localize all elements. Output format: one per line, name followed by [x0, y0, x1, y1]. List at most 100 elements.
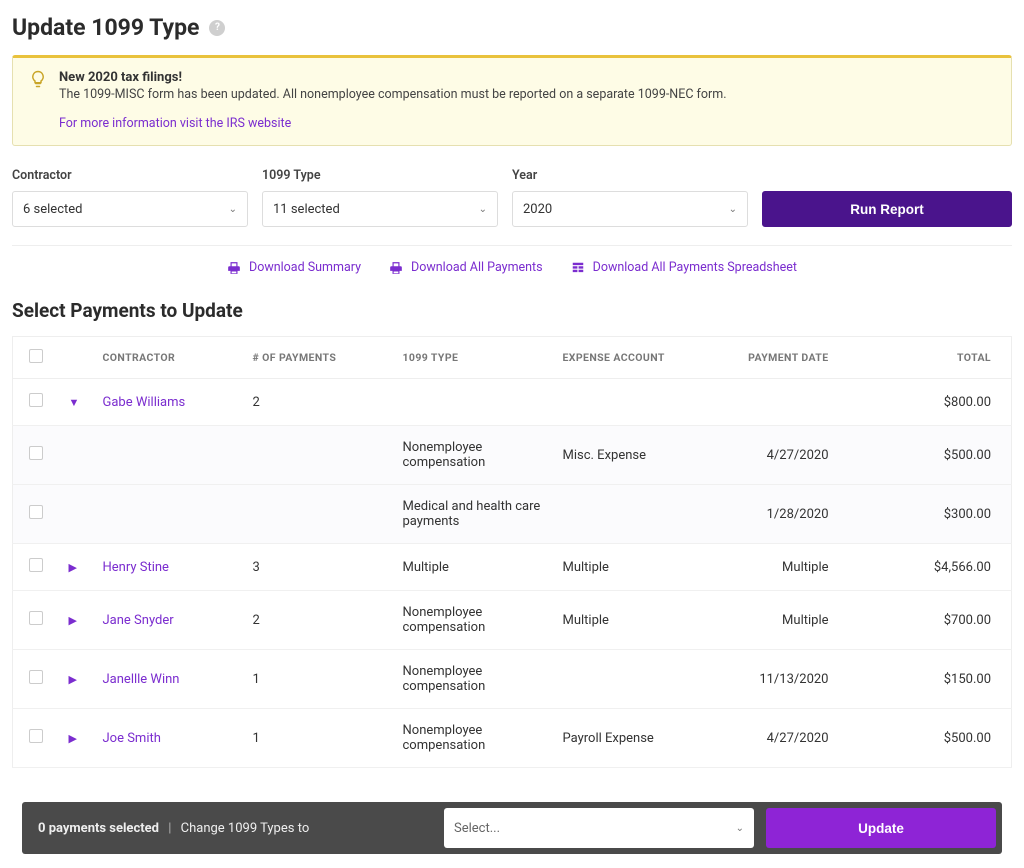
table-row: ▶Henry Stine3MultipleMultipleMultiple$4,… — [13, 544, 1012, 591]
table-row: Nonemployee compensationMisc. Expense4/2… — [13, 426, 1012, 485]
cell-total: $700.00 — [853, 591, 1012, 650]
contractor-link[interactable]: Gabe Williams — [103, 395, 186, 410]
type1099-select[interactable]: 11 selected ⌄ — [262, 191, 498, 227]
contractor-link[interactable]: Henry Stine — [103, 560, 169, 575]
cell-payment-date: Multiple — [723, 591, 853, 650]
cell-total: $150.00 — [853, 650, 1012, 709]
cell-1099-type: Multiple — [393, 544, 553, 591]
cell-expense-account: Multiple — [553, 544, 723, 591]
cell-total: $300.00 — [853, 485, 1012, 544]
table-row: ▶ Joe Smith 1Nonemployee compensationPayro… — [13, 709, 1012, 768]
type1099-select-value: 11 selected — [273, 202, 340, 217]
contractor-link[interactable]: Janellle Winn — [103, 672, 180, 687]
cell-1099-type — [393, 379, 553, 426]
cell-1099-type: Nonemployee compensation — [393, 650, 553, 709]
alert-body: The 1099-MISC form has been updated. All… — [59, 87, 997, 102]
expand-toggle-icon[interactable]: ▶ — [69, 732, 77, 745]
expand-toggle-icon[interactable]: ▶ — [69, 561, 77, 574]
cell-total: $4,566.00 — [853, 544, 1012, 591]
cell-expense-account — [553, 485, 723, 544]
contractor-select-value: 6 selected — [23, 202, 82, 217]
footer-count: 0 payments selected — [38, 821, 159, 836]
cell-num-payments: 2 — [243, 379, 393, 426]
table-row: ▶ Jane Snyder 2Nonemployee compensation Mul… — [13, 591, 1012, 650]
cell-num-payments — [243, 485, 393, 544]
col-total: Total — [853, 337, 1012, 379]
chevron-down-icon: ⌄ — [729, 204, 737, 215]
cell-expense-account: Payroll Expense — [553, 709, 723, 768]
row-checkbox[interactable] — [29, 670, 43, 684]
cell-payment-date: Multiple — [723, 544, 853, 591]
alert-title: New 2020 tax filings! — [59, 70, 997, 85]
payments-table: Contractor # of Payments 1099 Type Expen… — [12, 336, 1012, 768]
cell-1099-type: Nonemployee compensation — [393, 591, 553, 650]
cell-total: $800.00 — [853, 379, 1012, 426]
chevron-down-icon: ⌄ — [736, 823, 744, 834]
type1099-filter-label: 1099 Type — [262, 168, 498, 183]
help-icon[interactable]: ? — [209, 20, 225, 36]
cell-expense-account — [553, 379, 723, 426]
chevron-down-icon: ⌄ — [229, 204, 237, 215]
col-num-payments: # of Payments — [243, 337, 393, 379]
col-expense-account: Expense Account — [553, 337, 723, 379]
select-all-checkbox[interactable] — [29, 349, 43, 363]
contractor-select[interactable]: 6 selected ⌄ — [12, 191, 248, 227]
expand-toggle-icon[interactable]: ▶ — [69, 614, 77, 627]
cell-payment-date — [723, 379, 853, 426]
run-report-button[interactable]: Run Report — [762, 191, 1012, 227]
cell-payment-date: 11/13/2020 — [723, 650, 853, 709]
spreadsheet-icon — [571, 261, 585, 275]
cell-num-payments: 2 — [243, 591, 393, 650]
download-spreadsheet-link[interactable]: Download All Payments Spreadsheet — [571, 260, 797, 275]
cell-payment-date: 1/28/2020 — [723, 485, 853, 544]
expand-toggle-icon[interactable]: ▶ — [69, 673, 77, 686]
lightbulb-icon — [29, 70, 47, 88]
footer-select-placeholder: Select... — [454, 821, 500, 836]
row-checkbox[interactable] — [29, 558, 43, 572]
update-footer-bar: 0 payments selected | Change 1099 Types … — [22, 802, 1002, 854]
contractor-link[interactable]: Joe Smith — [103, 731, 161, 746]
table-row: Medical and health care payments 1/28/202… — [13, 485, 1012, 544]
year-select-value: 2020 — [523, 202, 552, 217]
row-checkbox[interactable] — [29, 729, 43, 743]
cell-num-payments — [243, 426, 393, 485]
download-all-payments-label: Download All Payments — [411, 260, 543, 275]
row-checkbox[interactable] — [29, 611, 43, 625]
table-row: ▶ Janellle Winn 1Nonemployee compensation 1… — [13, 650, 1012, 709]
row-checkbox[interactable] — [29, 446, 43, 460]
collapse-toggle-icon[interactable]: ▼ — [69, 396, 80, 409]
cell-expense-account — [553, 650, 723, 709]
filters-row: Contractor 6 selected ⌄ 1099 Type 11 sel… — [12, 168, 1012, 227]
cell-1099-type: Nonemployee compensation — [393, 709, 553, 768]
contractor-filter-label: Contractor — [12, 168, 248, 183]
col-payment-date: Payment Date — [723, 337, 853, 379]
year-select[interactable]: 2020 ⌄ — [512, 191, 748, 227]
footer-selection-text: 0 payments selected | Change 1099 Types … — [38, 821, 309, 836]
update-button[interactable]: Update — [766, 808, 996, 848]
cell-total: $500.00 — [853, 426, 1012, 485]
row-checkbox[interactable] — [29, 505, 43, 519]
print-icon — [227, 261, 241, 275]
col-contractor: Contractor — [93, 337, 243, 379]
cell-payment-date: 4/27/2020 — [723, 426, 853, 485]
year-filter-label: Year — [512, 168, 748, 183]
contractor-link[interactable]: Jane Snyder — [103, 613, 174, 628]
download-spreadsheet-label: Download All Payments Spreadsheet — [593, 260, 797, 275]
row-checkbox[interactable] — [29, 393, 43, 407]
page-title-text: Update 1099 Type — [12, 14, 199, 41]
cell-1099-type: Medical and health care payments — [393, 485, 553, 544]
page-title: Update 1099 Type ? — [12, 14, 225, 41]
footer-1099-type-select[interactable]: Select... ⌄ — [444, 808, 754, 848]
cell-num-payments: 3 — [243, 544, 393, 591]
cell-payment-date: 4/27/2020 — [723, 709, 853, 768]
download-all-payments-link[interactable]: Download All Payments — [389, 260, 543, 275]
section-title: Select Payments to Update — [12, 299, 1012, 322]
chevron-down-icon: ⌄ — [479, 204, 487, 215]
download-summary-link[interactable]: Download Summary — [227, 260, 361, 275]
print-icon — [389, 261, 403, 275]
alert-irs-link[interactable]: For more information visit the IRS websi… — [59, 116, 291, 131]
footer-mid-text: Change 1099 Types to — [181, 821, 310, 836]
download-summary-label: Download Summary — [249, 260, 361, 275]
cell-num-payments: 1 — [243, 709, 393, 768]
cell-num-payments: 1 — [243, 650, 393, 709]
